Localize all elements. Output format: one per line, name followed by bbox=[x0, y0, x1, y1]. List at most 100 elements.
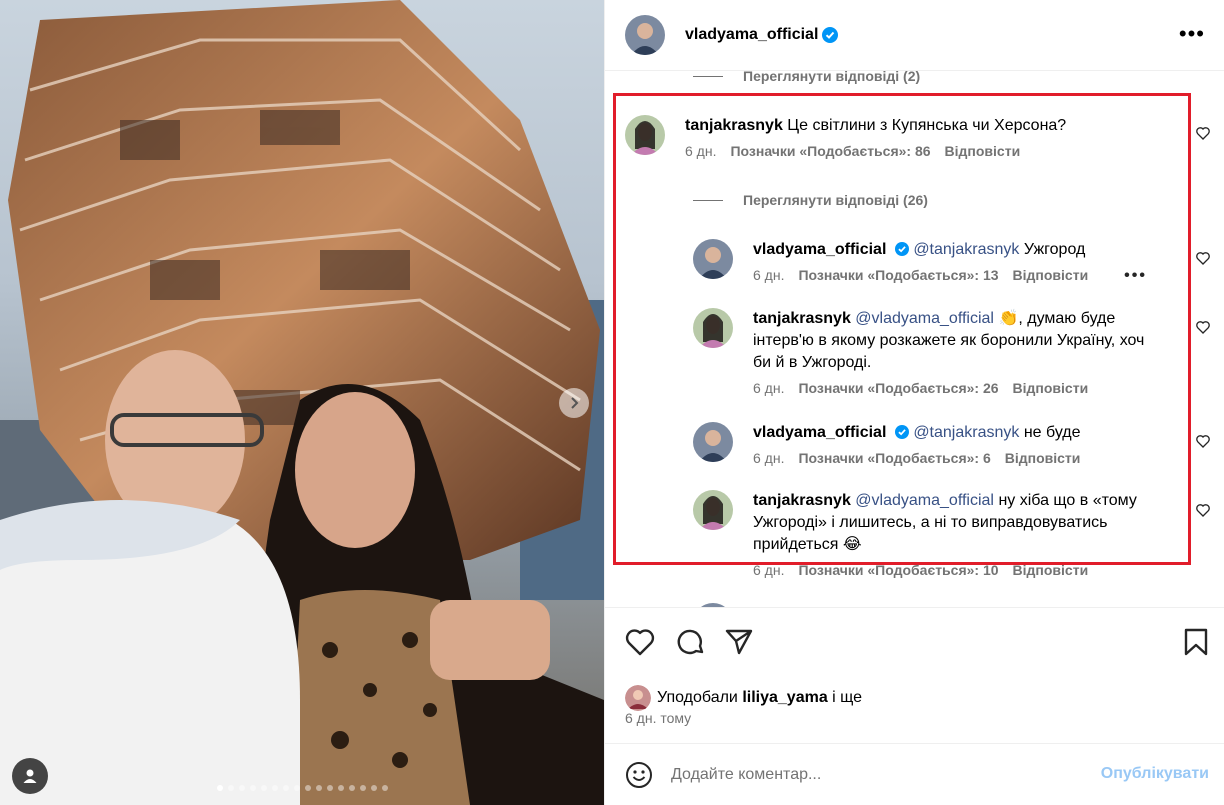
likes-prefix: Уподобали bbox=[657, 689, 738, 706]
emoji-icon[interactable] bbox=[625, 761, 653, 789]
carousel-dot bbox=[260, 785, 267, 791]
like-comment-heart-icon[interactable] bbox=[1195, 502, 1211, 518]
comment-bubble-icon[interactable] bbox=[676, 628, 706, 656]
reply-button[interactable]: Відповісти bbox=[1005, 450, 1081, 466]
reply-button[interactable]: Відповісти bbox=[1013, 267, 1089, 285]
post-actions: Уподобали liliya_yama і ще 6 дн. тому bbox=[605, 607, 1224, 737]
comment-author[interactable]: tanjakrasnyk bbox=[753, 492, 851, 509]
carousel-dot bbox=[238, 785, 245, 791]
comment-input[interactable] bbox=[671, 765, 1071, 784]
likes-summary[interactable]: Уподобали liliya_yama і ще bbox=[625, 685, 862, 711]
save-bookmark-icon[interactable] bbox=[1183, 628, 1209, 656]
carousel-dot bbox=[370, 785, 377, 791]
mention-link[interactable]: @tanjakrasnyk bbox=[913, 241, 1019, 258]
author-username[interactable]: vladyama_official bbox=[685, 26, 818, 44]
chevron-right-icon bbox=[571, 397, 579, 409]
reply-item: vladyama_official @tanjakrasnyk Ужгород … bbox=[693, 239, 1153, 285]
view-replies-label: Переглянути відповіді (2) bbox=[743, 71, 921, 84]
comment-meta: 6 дн. Позначки «Подобається»: 13 Відпові… bbox=[753, 267, 1153, 285]
comment-text: tanjakrasnyk @vladyama_official 👏, думаю… bbox=[753, 308, 1163, 374]
comment-likes[interactable]: Позначки «Подобається»: 6 bbox=[798, 450, 990, 466]
comment-author[interactable]: vladyama_official bbox=[753, 424, 886, 441]
carousel-dot bbox=[293, 785, 300, 791]
comment-text: vladyama_official @tanjakrasnyk не буде bbox=[753, 422, 1153, 444]
carousel-dot bbox=[381, 785, 388, 791]
comment-main: tanjakrasnyk Це світлини з Купянська чи … bbox=[625, 115, 1066, 159]
reply-button[interactable]: Відповісти bbox=[945, 143, 1021, 159]
verified-badge-icon bbox=[894, 425, 909, 439]
carousel-dot bbox=[282, 785, 289, 791]
likes-suffix[interactable]: і ще bbox=[832, 689, 862, 707]
comment-meta: 6 дн. Позначки «Подобається»: 6 Відповіс… bbox=[753, 450, 1153, 466]
commenter-avatar[interactable] bbox=[693, 239, 733, 279]
carousel-next-button[interactable] bbox=[559, 388, 589, 418]
comment-time[interactable]: 6 дн. bbox=[753, 380, 784, 396]
comment-options-icon[interactable]: ••• bbox=[1124, 267, 1147, 285]
mention-link[interactable]: @vladyama_official bbox=[855, 310, 994, 327]
post-timestamp[interactable]: 6 дн. тому bbox=[625, 710, 691, 726]
comment-author[interactable]: tanjakrasnyk bbox=[753, 310, 851, 327]
comment-likes[interactable]: Позначки «Подобається»: 26 bbox=[798, 380, 998, 396]
reply-button[interactable]: Відповісти bbox=[1013, 562, 1089, 578]
view-replies-top[interactable]: Переглянути відповіді (2) bbox=[693, 71, 920, 84]
comment-likes[interactable]: Позначки «Подобається»: 86 bbox=[730, 143, 930, 159]
photo-background bbox=[0, 0, 604, 805]
post-photo[interactable] bbox=[0, 0, 604, 805]
divider-line bbox=[693, 199, 723, 201]
comment-likes[interactable]: Позначки «Подобається»: 13 bbox=[798, 267, 998, 285]
carousel-dot bbox=[326, 785, 333, 791]
comment-meta: 6 дн. Позначки «Подобається»: 26 Відпові… bbox=[753, 380, 1163, 396]
comment-content: Це світлини з Купянська чи Херсона? bbox=[787, 117, 1067, 134]
share-plane-icon[interactable] bbox=[724, 628, 754, 656]
carousel-dot bbox=[304, 785, 311, 791]
commenter-avatar[interactable] bbox=[625, 115, 665, 155]
view-replies-label: Переглянути відповіді (26) bbox=[743, 192, 928, 208]
commenter-avatar[interactable] bbox=[693, 308, 733, 348]
author-avatar[interactable] bbox=[625, 15, 665, 55]
comment-text: tanjakrasnyk Це світлини з Купянська чи … bbox=[685, 115, 1066, 137]
comment-time[interactable]: 6 дн. bbox=[753, 267, 784, 285]
carousel-dot bbox=[249, 785, 256, 791]
comment-likes[interactable]: Позначки «Подобається»: 10 bbox=[798, 562, 998, 578]
comment-time[interactable]: 6 дн. bbox=[753, 562, 784, 578]
comment-author[interactable]: vladyama_official bbox=[753, 241, 886, 258]
post-header: vladyama_official ••• bbox=[605, 0, 1224, 71]
comment-content: Ужгород bbox=[1023, 241, 1086, 258]
like-comment-heart-icon[interactable] bbox=[1195, 319, 1211, 335]
reply-button[interactable]: Відповісти bbox=[1013, 380, 1089, 396]
like-comment-heart-icon[interactable] bbox=[1195, 125, 1211, 141]
publish-button[interactable]: Опублікувати bbox=[1101, 765, 1209, 783]
liker-username[interactable]: liliya_yama bbox=[742, 689, 827, 707]
carousel-dot bbox=[348, 785, 355, 791]
comment-content: не буде bbox=[1023, 424, 1081, 441]
comment-meta: 6 дн. Позначки «Подобається»: 86 Відпові… bbox=[685, 143, 1066, 159]
mention-link[interactable]: @tanjakrasnyk bbox=[913, 424, 1019, 441]
reply-item: vladyama_official @tanjakrasnyk не буде … bbox=[693, 422, 1153, 466]
more-horizontal-icon[interactable]: ••• bbox=[1179, 23, 1205, 45]
liker-avatar bbox=[625, 685, 651, 711]
mention-link[interactable]: @vladyama_official bbox=[855, 492, 994, 509]
commenter-avatar[interactable] bbox=[693, 422, 733, 462]
comments-list[interactable]: Переглянути відповіді (2) tanjakrasnyk Ц… bbox=[605, 71, 1224, 607]
like-comment-heart-icon[interactable] bbox=[1195, 250, 1211, 266]
like-comment-heart-icon[interactable] bbox=[1195, 433, 1211, 449]
carousel-dot bbox=[216, 785, 223, 791]
reply-item: tanjakrasnyk @vladyama_official ну хіба … bbox=[693, 490, 1173, 578]
carousel-dot bbox=[337, 785, 344, 791]
add-comment-bar: Опублікувати bbox=[605, 743, 1224, 805]
comment-text: vladyama_official @tanjakrasnyk Ужгород bbox=[753, 239, 1153, 261]
commenter-avatar[interactable] bbox=[693, 490, 733, 530]
comment-time[interactable]: 6 дн. bbox=[753, 450, 784, 466]
verified-badge-icon bbox=[822, 27, 839, 43]
carousel-dot bbox=[271, 785, 278, 791]
tagged-users-button[interactable] bbox=[12, 758, 48, 794]
comment-author[interactable]: tanjakrasnyk bbox=[685, 117, 783, 134]
view-replies-button[interactable]: Переглянути відповіді (26) bbox=[693, 192, 928, 208]
comment-time[interactable]: 6 дн. bbox=[685, 143, 716, 159]
post-details-pane: vladyama_official ••• Переглянути відпов… bbox=[604, 0, 1224, 805]
like-heart-icon[interactable] bbox=[625, 628, 655, 656]
comment-meta: 6 дн. Позначки «Подобається»: 10 Відпові… bbox=[753, 562, 1173, 578]
carousel-indicator bbox=[0, 785, 604, 791]
carousel-dot bbox=[227, 785, 234, 791]
comment-text: tanjakrasnyk @vladyama_official ну хіба … bbox=[753, 490, 1173, 556]
